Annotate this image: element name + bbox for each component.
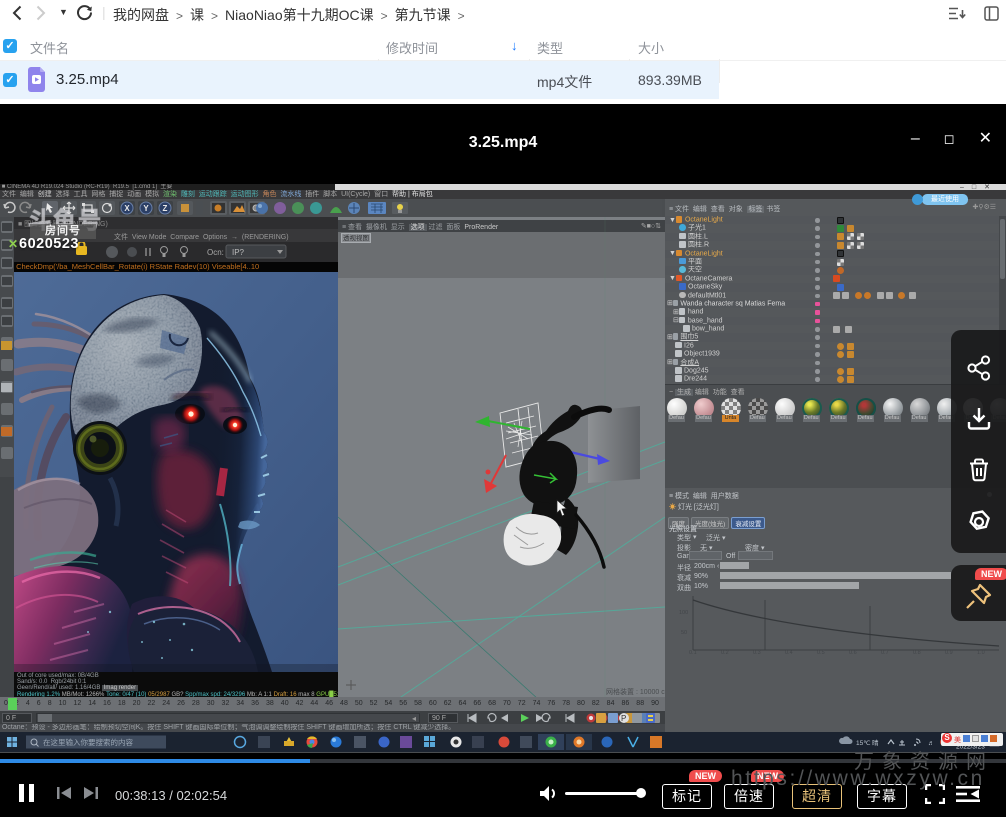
svg-text:P: P xyxy=(621,714,626,723)
svg-text:IP?: IP? xyxy=(232,248,245,257)
svg-text:Y: Y xyxy=(143,204,149,213)
svg-text:0.9: 0.9 xyxy=(945,650,953,656)
svg-text:Ocn:: Ocn: xyxy=(207,248,224,257)
svg-text:100: 100 xyxy=(679,610,688,616)
svg-text:0.1: 0.1 xyxy=(689,650,697,656)
svg-text:0.6: 0.6 xyxy=(849,650,857,656)
svg-text:0.7: 0.7 xyxy=(881,650,889,656)
svg-text:0.8: 0.8 xyxy=(913,650,921,656)
svg-text:0.4: 0.4 xyxy=(785,650,793,656)
svg-text:1.0: 1.0 xyxy=(977,650,985,656)
svg-text:50: 50 xyxy=(681,630,687,636)
svg-text:Z: Z xyxy=(163,204,168,213)
svg-text:网格装置 : 10000 cm: 网格装置 : 10000 cm xyxy=(606,687,665,696)
svg-text:0.5: 0.5 xyxy=(817,650,825,656)
svg-text:0.3: 0.3 xyxy=(753,650,761,656)
svg-text:在这里输入你要搜索的内容: 在这里输入你要搜索的内容 xyxy=(43,737,133,747)
svg-text:0.2: 0.2 xyxy=(721,650,729,656)
